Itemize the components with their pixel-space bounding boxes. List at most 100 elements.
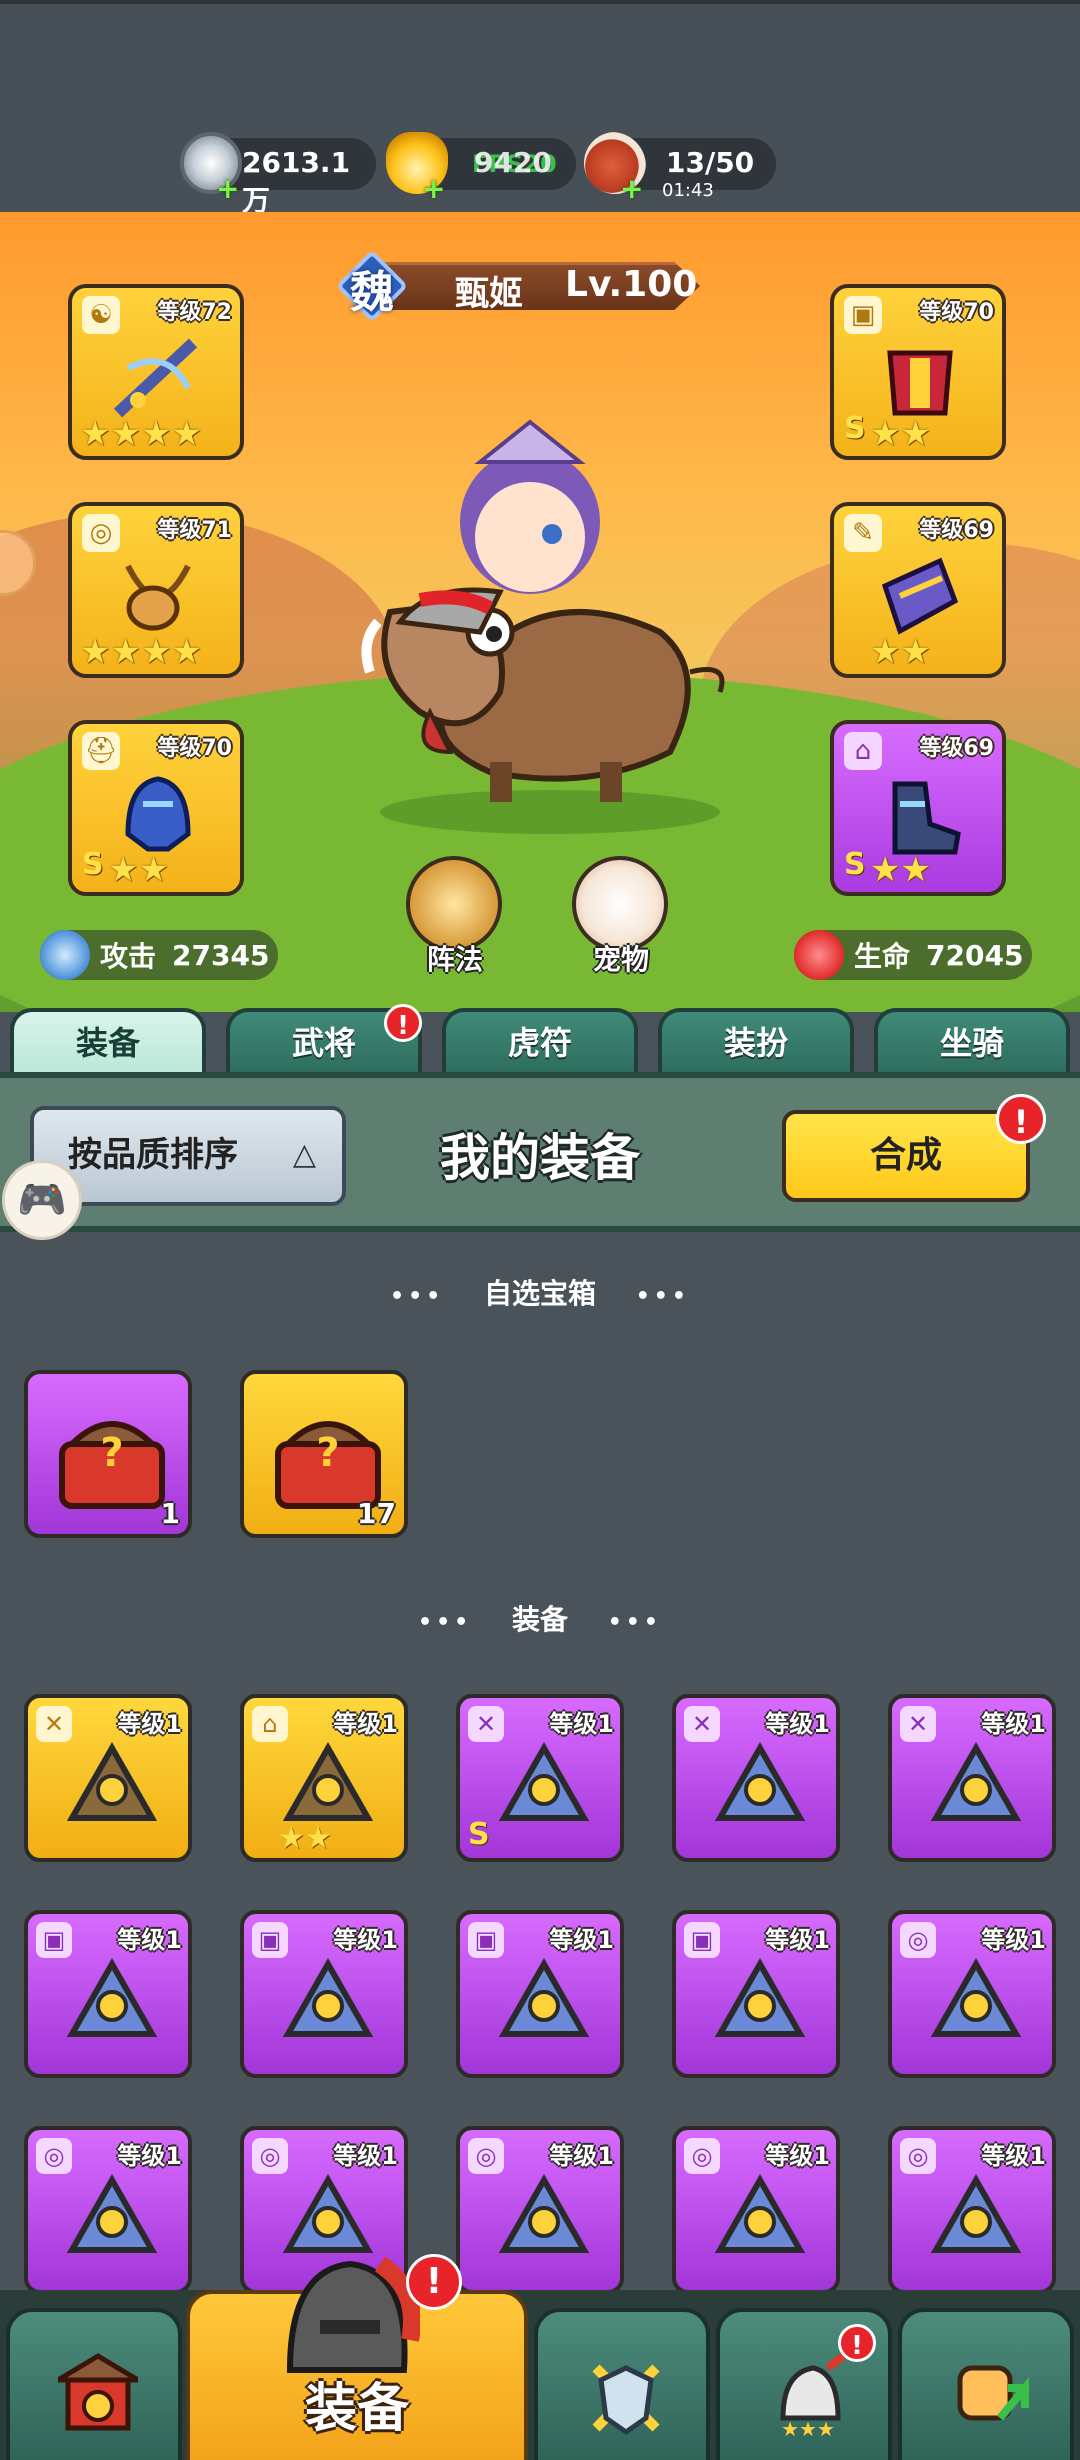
formation-label: 阵法 xyxy=(426,943,483,976)
star-rating: ★★ xyxy=(108,850,169,890)
formation-button[interactable]: 阵法 xyxy=(400,856,510,976)
pet-button[interactable]: 宠物 xyxy=(566,856,676,976)
selectable-chest-gold[interactable]: ? 17 xyxy=(240,1370,408,1538)
amulet-icon xyxy=(125,564,191,631)
slot-level: 等级72 xyxy=(157,300,232,325)
ornate-armor-icon xyxy=(714,1957,806,2037)
equipment-title: 装备 xyxy=(511,1603,568,1636)
chest-title: 自选宝箱 xyxy=(483,1277,596,1310)
hp-stat: 生命 72045 xyxy=(794,930,1032,980)
combine-badge: ! xyxy=(996,1094,1046,1144)
plus-icon[interactable]: + xyxy=(620,175,643,203)
equipment-item[interactable]: ◎ 等级1 xyxy=(456,2126,624,2294)
equip-slot-armor[interactable]: ▣ 等级70 S ★★ xyxy=(830,284,1006,460)
star-rating: ★★ xyxy=(870,632,931,672)
equipment-item[interactable]: ✕ 等级1 xyxy=(672,1694,840,1862)
green-amulet-icon xyxy=(714,2173,806,2253)
ornate-armor-icon xyxy=(498,1957,590,2037)
star-rating: ★★ xyxy=(278,1821,332,1856)
sort-label: 按品质排序 xyxy=(68,1135,238,1175)
equipment-item[interactable]: ▣ 等级1 xyxy=(456,1910,624,2078)
equip-slot-boots[interactable]: ⌂ 等级69 S ★★ xyxy=(830,720,1006,896)
equipment-item[interactable]: ◎ 等级1 xyxy=(24,2126,192,2294)
attack-value: 27345 xyxy=(172,938,270,972)
slot-level: 等级70 xyxy=(157,736,232,761)
stamina-resource[interactable]: + 13/50 01:43 xyxy=(584,132,776,203)
city-gate-icon xyxy=(58,2353,138,2431)
gold-value: 9420 xyxy=(474,146,552,179)
hp-label: 生命 xyxy=(854,940,911,973)
slot-level: 等级70 xyxy=(919,300,994,325)
top-resource-bar: + 2613.1万 + FPS20 9420 + 13/50 01:43 xyxy=(0,0,1080,217)
bottom-navigation: ! 装备 ★★★ ! xyxy=(0,2254,1080,2460)
equipment-item[interactable]: ✕ 等级1 xyxy=(888,1694,1056,1862)
equipment-section-title: ••• 装备 ••• xyxy=(0,1598,1080,1638)
slot-level: 等级69 xyxy=(919,736,994,761)
heart-icon xyxy=(794,930,844,980)
gold-resource[interactable]: + FPS20 9420 xyxy=(386,132,576,203)
pet-label: 宠物 xyxy=(592,943,649,976)
nav-battle[interactable] xyxy=(534,2308,710,2460)
equipment-item[interactable]: ◎ 等级1 xyxy=(888,2126,1056,2294)
nav-badge: ! xyxy=(838,2324,876,2362)
plus-icon[interactable]: + xyxy=(216,175,239,203)
selectable-chest-purple[interactable]: ? 1 xyxy=(24,1370,192,1538)
hero-character[interactable] xyxy=(330,372,750,842)
nav-badge: ! xyxy=(406,2254,462,2310)
equipment-item[interactable]: ▣ 等级1 xyxy=(240,1910,408,2078)
blue-amulet-icon xyxy=(66,2173,158,2253)
crossbow-icon xyxy=(498,1741,590,1821)
equip-slot-weapon[interactable]: ☯ 等级72 ★★★★ xyxy=(68,284,244,460)
equipment-item[interactable]: ✕ 等级1 xyxy=(24,1694,192,1862)
notification-badge: ! xyxy=(384,1004,422,1042)
nav-heroes[interactable]: ★★★ ! xyxy=(716,2308,892,2460)
slot-level: 等级71 xyxy=(157,518,232,543)
nav-equipment[interactable]: ! 装备 xyxy=(186,2254,528,2460)
hero-level: Lv.100 xyxy=(565,264,698,305)
tab-mount[interactable]: 坐骑 xyxy=(874,1008,1070,1078)
equipment-item[interactable]: ✕ 等级1 S xyxy=(456,1694,624,1862)
combine-button[interactable]: 合成 xyxy=(782,1110,1030,1202)
fist-upgrade-icon xyxy=(957,2365,1029,2421)
gamepad-float-button[interactable]: 🎮 xyxy=(2,1160,82,1240)
nav-upgrade[interactable] xyxy=(898,2308,1074,2460)
item-count: 17 xyxy=(357,1497,396,1530)
rank-s: S xyxy=(844,411,866,446)
dots-right: ••• xyxy=(635,1284,690,1309)
dots-left: ••• xyxy=(390,1284,445,1309)
plus-icon[interactable]: + xyxy=(422,175,445,203)
star-rating: ★★ xyxy=(870,414,931,454)
tab-equipment[interactable]: 装备 xyxy=(10,1008,206,1078)
hp-value: 72045 xyxy=(926,938,1024,972)
equip-slot-book[interactable]: ✎ 等级69 ★★ xyxy=(830,502,1006,678)
attack-label: 攻击 xyxy=(100,940,157,973)
rank-s: S xyxy=(468,1817,490,1852)
tab-outfit[interactable]: 装扮 xyxy=(658,1008,854,1078)
red-armor-icon xyxy=(887,350,953,416)
svg-text:?: ? xyxy=(100,1430,123,1476)
hero-name: 甄姬 xyxy=(455,274,523,314)
equipment-item[interactable]: ⌂ 等级1 ★★ xyxy=(240,1694,408,1862)
silver-value: 2613.1万 xyxy=(242,146,351,217)
tab-tiger-tally[interactable]: 虎符 xyxy=(442,1008,638,1078)
equipment-item[interactable]: ▣ 等级1 xyxy=(24,1910,192,2078)
equipment-item[interactable]: ◎ 等级1 xyxy=(888,1910,1056,2078)
equipment-item[interactable]: ▣ 等级1 xyxy=(672,1910,840,2078)
ice-boots-icon xyxy=(892,781,961,855)
hero-name-banner: 魏 甄姬 Lv.100 xyxy=(335,249,740,323)
green-amulet-icon xyxy=(498,2173,590,2253)
winged-helmet-icon: ★★★ xyxy=(780,2348,848,2438)
crossbow-icon xyxy=(113,338,198,418)
item-count: 1 xyxy=(160,1497,180,1530)
rank-s: S xyxy=(844,847,866,882)
equipment-item[interactable]: ◎ 等级1 xyxy=(672,2126,840,2294)
attack-stat: 攻击 27345 xyxy=(40,930,278,980)
equip-slot-helmet[interactable]: ⛑ 等级70 S ★★ xyxy=(68,720,244,896)
star-rating: ★★★★ xyxy=(80,414,202,454)
nav-city[interactable] xyxy=(6,2308,182,2460)
svg-text:?: ? xyxy=(316,1430,339,1476)
silver-resource[interactable]: + 2613.1万 xyxy=(180,132,376,217)
rank-s: S xyxy=(82,847,104,882)
chest-section-title: ••• 自选宝箱 ••• xyxy=(0,1272,1080,1312)
equip-slot-necklace[interactable]: ◎ 等级71 ★★★★ xyxy=(68,502,244,678)
